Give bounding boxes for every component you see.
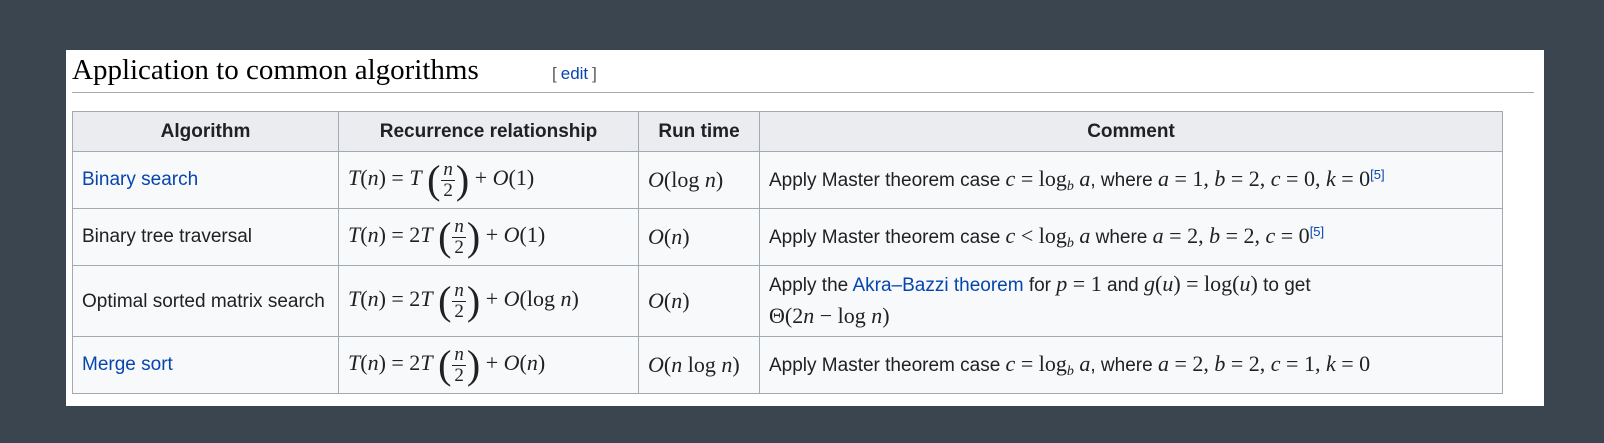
algorithm-cell: Binary tree traversal: [72, 208, 339, 266]
reference-link[interactable]: [5]: [1310, 224, 1324, 239]
comment-cell: Apply the Akra–Bazzi theorem for p = 1 a…: [759, 265, 1503, 337]
merge-sort-link[interactable]: Merge sort: [82, 354, 173, 375]
recurrence-formula: T(n) = 2T (n 2) + O(n): [348, 342, 546, 387]
table-row: Optimal sorted matrix search T(n) = 2T (…: [72, 265, 1503, 337]
edit-section: [edit]: [552, 64, 597, 83]
section-title: Application to common algorithms: [72, 54, 479, 86]
akra-bazzi-link[interactable]: Akra–Bazzi theorem: [852, 275, 1023, 296]
recurrence-cell: T(n) = 2T (n 2) + O(n): [338, 336, 639, 394]
article-panel: Application to common algorithms [edit] …: [66, 50, 1544, 406]
run-time-formula: O(n log n): [648, 352, 740, 377]
edit-link[interactable]: edit: [557, 64, 592, 83]
run-time-cell: O(n): [638, 208, 760, 266]
recurrence-cell: T(n) = 2T (n 2) + O(log n): [338, 265, 639, 337]
recurrence-cell: T(n) = 2T (n 2) + O(1): [338, 208, 639, 266]
algorithm-cell: Optimal sorted matrix search: [72, 265, 339, 337]
run-time-formula: O(n): [648, 288, 690, 313]
header-comment: Comment: [759, 111, 1503, 152]
header-run-time: Run time: [638, 111, 760, 152]
section-heading: Application to common algorithms [edit]: [72, 50, 1534, 93]
comment-cell: Apply Master theorem case c = logb a, wh…: [759, 151, 1503, 209]
binary-search-link[interactable]: Binary search: [82, 169, 198, 190]
run-time-formula: O(n): [648, 224, 690, 249]
algorithm-cell: Merge sort: [72, 336, 339, 394]
comment-cell: Apply Master theorem case c = logb a, wh…: [759, 336, 1503, 394]
algorithm-cell: Binary search: [72, 151, 339, 209]
table-header-row: Algorithm Recurrence relationship Run ti…: [72, 111, 1503, 152]
recurrence-formula: T(n) = 2T (n 2) + O(1): [348, 214, 546, 259]
run-time-cell: O(log n): [638, 151, 760, 209]
recurrence-formula: T(n) = 2T (n 2) + O(log n): [348, 278, 579, 323]
recurrence-formula: T(n) = T (n 2) + O(1): [348, 157, 535, 202]
run-time-cell: O(n): [638, 265, 760, 337]
comment-cell: Apply Master theorem case c < logb a whe…: [759, 208, 1503, 266]
algorithms-table: Algorithm Recurrence relationship Run ti…: [72, 111, 1503, 394]
recurrence-cell: T(n) = T (n 2) + O(1): [338, 151, 639, 209]
reference-link[interactable]: [5]: [1370, 167, 1384, 182]
run-time-cell: O(n log n): [638, 336, 760, 394]
table-row: Merge sort T(n) = 2T (n 2) + O(n) O(n log…: [72, 336, 1503, 394]
header-algorithm: Algorithm: [72, 111, 339, 152]
table-row: Binary tree traversal T(n) = 2T (n 2) + O…: [72, 208, 1503, 266]
table-row: Binary search T(n) = T (n 2) + O(1) O(log…: [72, 151, 1503, 209]
header-recurrence: Recurrence relationship: [338, 111, 639, 152]
run-time-formula: O(log n): [648, 167, 724, 192]
